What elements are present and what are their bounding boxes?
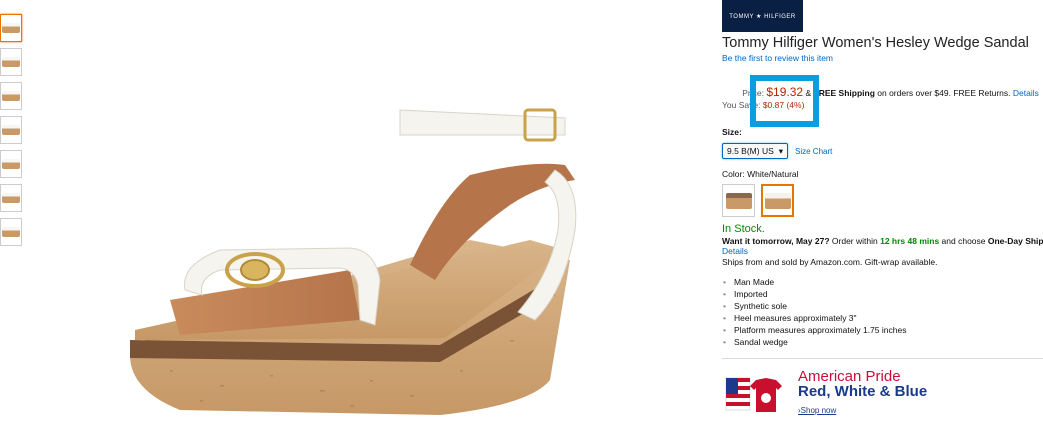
- feature-bullet: Synthetic sole: [723, 300, 1043, 312]
- feature-bullet: Imported: [723, 288, 1043, 300]
- brand-logo[interactable]: TOMMY ★ HILFIGER: [722, 0, 803, 32]
- thumbnail-image: [2, 125, 20, 135]
- savings-row: You Save: $0.87 (4%): [722, 100, 804, 110]
- feature-bullet: Heel measures approximately 3": [723, 312, 1043, 324]
- thumbnail-5[interactable]: [0, 150, 22, 178]
- shipping-details-link[interactable]: Details: [1013, 88, 1039, 98]
- size-dropdown[interactable]: 9.5 B(M) US ▾: [722, 143, 788, 159]
- thumbnail-image: [2, 23, 20, 33]
- order-within-text: Order within: [831, 236, 878, 246]
- thumbnail-6[interactable]: [0, 184, 22, 212]
- size-label: Size:: [722, 127, 742, 137]
- product-title: Tommy Hilfiger Women's Hesley Wedge Sand…: [722, 35, 1029, 51]
- shipping-text: on orders over $49. FREE Returns.: [877, 88, 1011, 98]
- size-chart-link[interactable]: Size Chart: [795, 147, 832, 156]
- chevron-down-icon: ▾: [778, 145, 783, 156]
- color-swatch-2[interactable]: [761, 184, 794, 217]
- thumbnail-2[interactable]: [0, 48, 22, 76]
- review-link[interactable]: Be the first to review this item: [722, 53, 1043, 63]
- size-row: 9.5 B(M) US ▾ Size Chart: [722, 143, 1043, 159]
- thumbnail-3[interactable]: [0, 82, 22, 110]
- color-value: White/Natural: [747, 169, 799, 179]
- promo-banner[interactable]: American Pride Red, White & Blue ›Shop n…: [722, 369, 1043, 418]
- size-selected-value: 9.5 B(M) US: [727, 146, 774, 156]
- choose-text: and choose: [941, 236, 986, 246]
- feature-bullets: Man Made Imported Synthetic sole Heel me…: [722, 276, 1043, 348]
- promo-heading: American Pride: [798, 368, 901, 385]
- price-block: List Price: $20.19 Price: $19.32 & FREE …: [722, 73, 1043, 127]
- thumbnail-4[interactable]: [0, 116, 22, 144]
- color-swatches: [722, 184, 1043, 217]
- list-price: List Price: $20.19: [750, 73, 816, 83]
- color-label-key: Color:: [722, 169, 745, 179]
- feature-bullet: Man Made: [723, 276, 1043, 288]
- ships-from-text: Ships from and sold by Amazon.com. Gift-…: [722, 257, 938, 267]
- delivery-promise: Want it tomorrow, May 27? Order within 1…: [722, 236, 1043, 246]
- delivery-question: Want it tomorrow, May 27?: [722, 236, 830, 246]
- price-row: Price: $19.32 & FREE Shipping on orders …: [722, 85, 1043, 99]
- thumbnail-7[interactable]: [0, 218, 22, 246]
- thumbnail-image: [2, 193, 20, 203]
- color-swatch-1[interactable]: [722, 184, 755, 217]
- brand-logo-text: TOMMY ★ HILFIGER: [729, 13, 796, 20]
- promo-text: American Pride Red, White & Blue ›Shop n…: [798, 369, 927, 418]
- thumbnail-strip: [0, 14, 24, 252]
- price-label: Price:: [742, 88, 764, 98]
- thumbnail-image: [2, 227, 20, 237]
- thumbnail-image: [2, 91, 20, 101]
- price-value: $19.32: [766, 85, 804, 99]
- thumbnail-image: [2, 57, 20, 67]
- color-label: Color: White/Natural: [722, 169, 1043, 179]
- price-amp: &: [805, 88, 812, 98]
- shop-now-link[interactable]: ›Shop now: [798, 406, 836, 415]
- thumbnail-1[interactable]: [0, 14, 22, 42]
- savings-label: You Save:: [722, 100, 761, 110]
- feature-bullet: Platform measures approximately 1.75 inc…: [723, 324, 1043, 336]
- swatch-image: [725, 192, 752, 209]
- stock-status: In Stock.: [722, 223, 765, 235]
- savings-amount: $0.87 (4%): [762, 100, 805, 110]
- feature-bullet: Sandal wedge: [723, 336, 1043, 348]
- free-shipping-label: FREE Shipping: [813, 88, 875, 98]
- section-divider: [722, 358, 1043, 359]
- promo-flag-image: [725, 377, 782, 412]
- thumbnail-image: [2, 159, 20, 169]
- product-detail-panel: TOMMY ★ HILFIGER Tommy Hilfiger Women's …: [722, 0, 1043, 418]
- delivery-details-link[interactable]: Details: [722, 246, 1043, 256]
- main-product-image[interactable]: [110, 90, 610, 440]
- countdown-timer: 12 hrs 48 mins: [880, 236, 940, 246]
- one-day-shipping-text: One-Day Shipping: [987, 236, 1043, 246]
- promo-subheading: Red, White & Blue: [798, 383, 928, 400]
- swatch-image: [764, 192, 791, 209]
